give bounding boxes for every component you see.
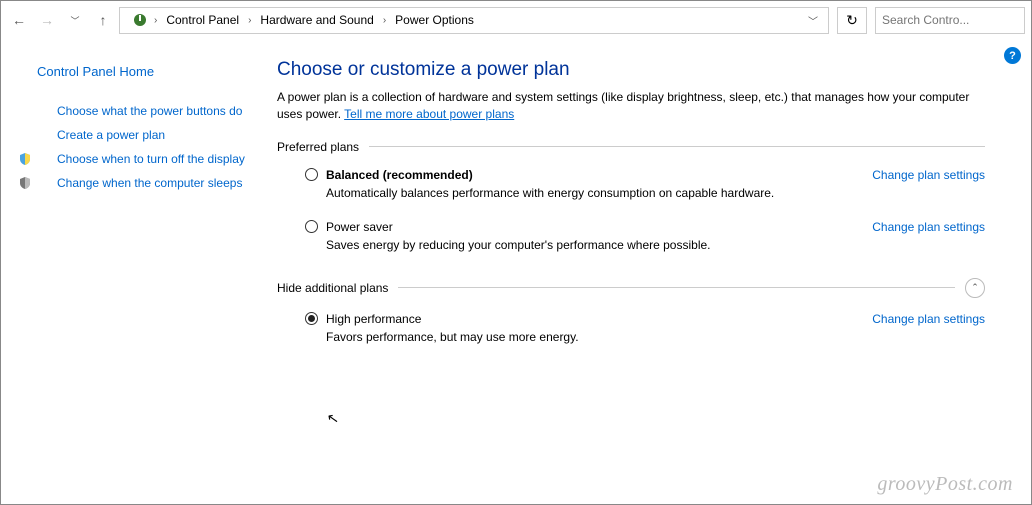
change-settings-high-performance[interactable]: Change plan settings	[872, 312, 985, 326]
search-box[interactable]: 🔍	[875, 7, 1025, 34]
recent-dropdown[interactable]: ﹀	[63, 8, 87, 32]
plan-balanced: Balanced (recommended) Change plan setti…	[277, 164, 985, 216]
up-button[interactable]: ↑	[91, 8, 115, 32]
main-panel: ? Choose or customize a power plan A pow…	[257, 39, 1031, 504]
preferred-plans-header: Preferred plans	[277, 140, 985, 154]
collapse-button[interactable]: ⌃	[965, 278, 985, 298]
plan-name: Balanced (recommended)	[326, 168, 473, 182]
sidebar-link-computer-sleeps[interactable]: Change when the computer sleeps	[37, 171, 242, 195]
shield-icon	[17, 171, 33, 190]
help-button[interactable]: ?	[1004, 47, 1021, 64]
content: Control Panel Home Choose what the power…	[1, 39, 1031, 504]
plan-description: Automatically balances performance with …	[326, 186, 886, 200]
back-button[interactable]: ←	[7, 8, 31, 32]
change-settings-balanced[interactable]: Change plan settings	[872, 168, 985, 182]
page-title: Choose or customize a power plan	[277, 59, 985, 81]
learn-more-link[interactable]: Tell me more about power plans	[344, 107, 514, 121]
radio-high-performance[interactable]	[305, 312, 318, 325]
address-bar[interactable]: › Control Panel › Hardware and Sound › P…	[119, 7, 829, 34]
shield-icon	[17, 147, 33, 166]
search-input[interactable]	[882, 13, 1032, 27]
sidebar: Control Panel Home Choose what the power…	[1, 39, 257, 504]
sidebar-link-create-plan[interactable]: Create a power plan	[37, 123, 165, 147]
breadcrumb-power-options[interactable]: Power Options	[390, 11, 479, 29]
chevron-right-icon: ›	[381, 15, 388, 26]
control-panel-home-link[interactable]: Control Panel Home	[17, 59, 227, 85]
plan-name: Power saver	[326, 220, 393, 234]
address-dropdown[interactable]: ﹀	[802, 13, 824, 28]
breadcrumb-control-panel[interactable]: Control Panel	[161, 11, 244, 29]
sidebar-link-turn-off-display[interactable]: Choose when to turn off the display	[37, 147, 245, 171]
toolbar: ← → ﹀ ↑ › Control Panel › Hardware and S…	[1, 1, 1031, 39]
plan-name: High performance	[326, 312, 421, 326]
radio-power-saver[interactable]	[305, 220, 318, 233]
watermark: groovyPost.com	[877, 473, 1013, 496]
page-description: A power plan is a collection of hardware…	[277, 89, 985, 124]
chevron-right-icon: ›	[152, 15, 159, 26]
breadcrumb-hardware-sound[interactable]: Hardware and Sound	[255, 11, 378, 29]
plan-description: Saves energy by reducing your computer's…	[326, 238, 886, 252]
additional-plans-header: Hide additional plans ⌃	[277, 278, 985, 298]
radio-balanced[interactable]	[305, 168, 318, 181]
refresh-button[interactable]: ↻	[837, 7, 867, 34]
plan-power-saver: Power saver Change plan settings Saves e…	[277, 216, 985, 268]
plan-high-performance: High performance Change plan settings Fa…	[277, 308, 985, 360]
forward-button[interactable]: →	[35, 8, 59, 32]
sidebar-link-power-buttons[interactable]: Choose what the power buttons do	[37, 99, 242, 123]
plan-description: Favors performance, but may use more ene…	[326, 330, 886, 344]
chevron-right-icon: ›	[246, 15, 253, 26]
power-options-icon	[130, 10, 150, 30]
change-settings-power-saver[interactable]: Change plan settings	[872, 220, 985, 234]
